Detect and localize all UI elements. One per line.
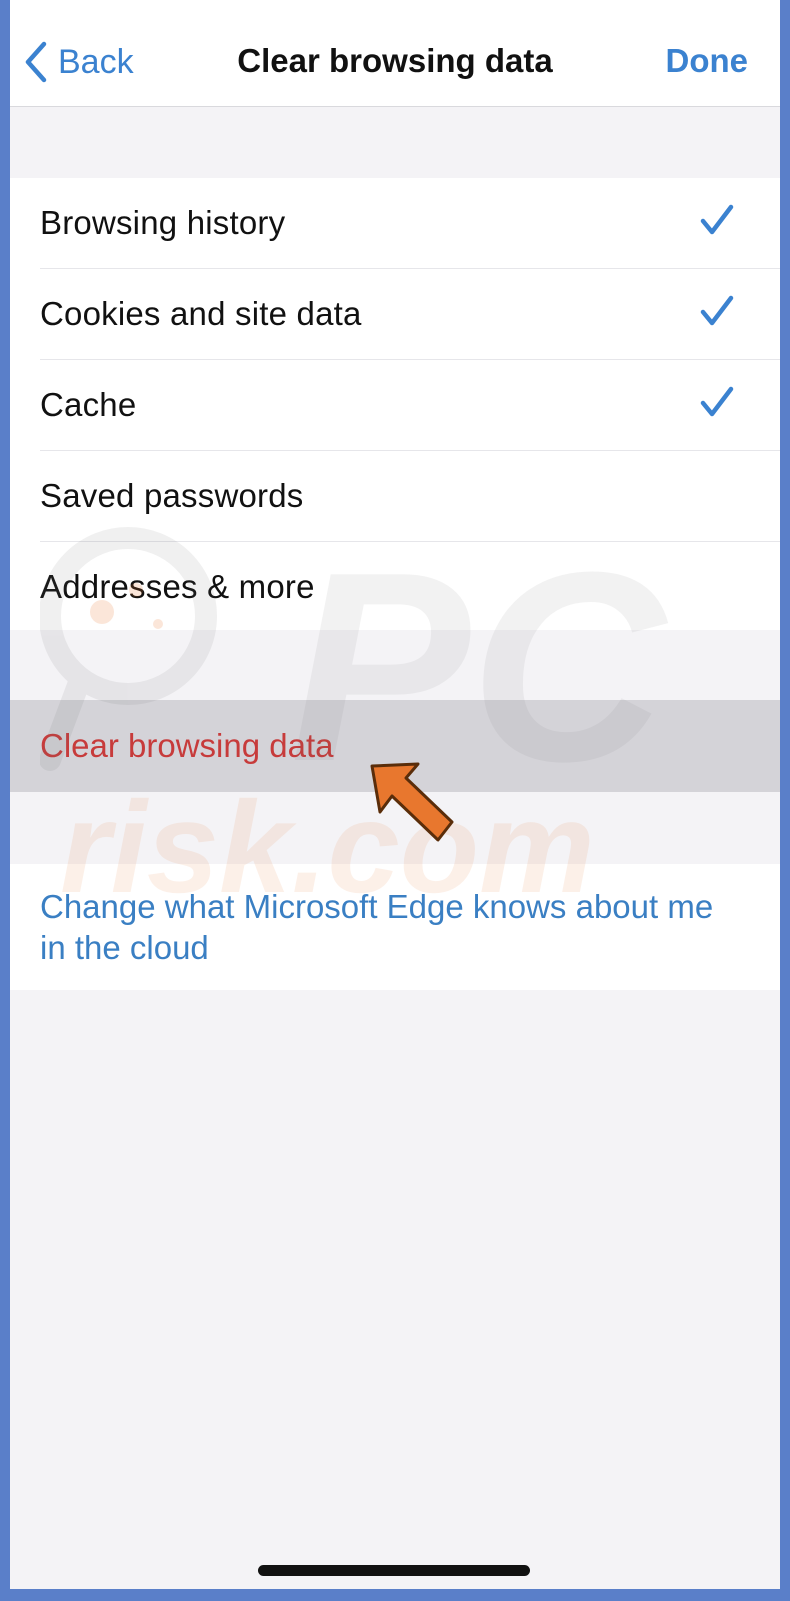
data-types-list: Browsing history Cookies and site data C… — [10, 178, 780, 630]
list-item-label: Cache — [40, 386, 137, 423]
list-item-label: Addresses & more — [40, 568, 315, 605]
cloud-section: Change what Microsoft Edge knows about m… — [10, 864, 780, 990]
navigation-bar: Back Clear browsing data Done — [10, 0, 780, 107]
home-indicator[interactable] — [258, 1565, 530, 1576]
list-item-browsing-history[interactable]: Browsing history — [40, 178, 780, 269]
list-item-label: Cookies and site data — [40, 295, 362, 332]
list-item-saved-passwords[interactable]: Saved passwords — [40, 451, 780, 542]
list-item-label: Saved passwords — [40, 477, 304, 514]
checkmark-icon — [700, 204, 734, 241]
list-item-cache[interactable]: Cache — [40, 360, 780, 451]
clear-browsing-data-label: Clear browsing data — [40, 727, 334, 764]
screen: Back Clear browsing data Done Browsing h… — [10, 0, 780, 1589]
list-item-cookies[interactable]: Cookies and site data — [40, 269, 780, 360]
cloud-data-link[interactable]: Change what Microsoft Edge knows about m… — [40, 886, 720, 968]
checkmark-icon — [700, 295, 734, 332]
checkmark-icon — [700, 386, 734, 423]
list-item-label: Browsing history — [40, 204, 286, 241]
done-button[interactable]: Done — [666, 42, 749, 80]
page-title: Clear browsing data — [237, 42, 553, 79]
clear-browsing-data-button[interactable]: Clear browsing data — [10, 700, 780, 792]
list-item-addresses[interactable]: Addresses & more — [40, 542, 780, 632]
